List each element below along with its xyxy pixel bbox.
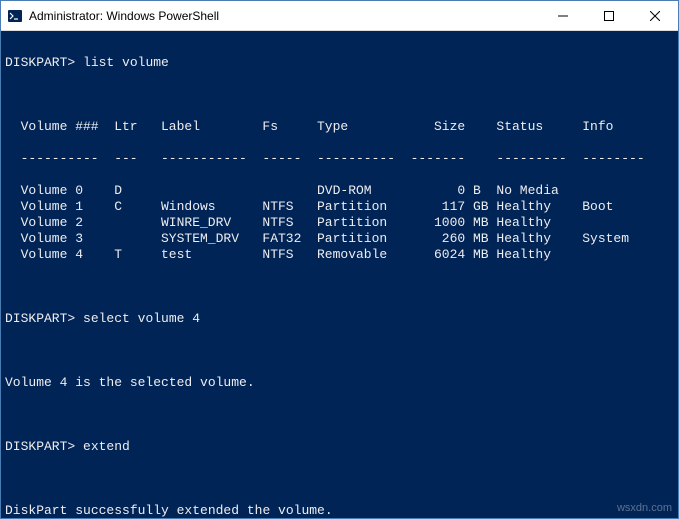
col-fs: Fs <box>262 119 317 135</box>
close-button[interactable] <box>632 1 678 30</box>
table-row: Volume 2WINRE_DRVNTFSPartition1000 MBHea… <box>5 215 674 231</box>
prompt: DISKPART> <box>5 55 75 70</box>
table-row: Volume 1CWindowsNTFSPartition117 GBHealt… <box>5 199 674 215</box>
table-row: Volume 4TtestNTFSRemovable6024 MBHealthy <box>5 247 674 263</box>
col-ltr: Ltr <box>114 119 161 135</box>
prompt-line: DISKPART> extend <box>5 439 674 455</box>
col-label: Label <box>161 119 262 135</box>
output-message: Volume 4 is the selected volume. <box>5 375 674 391</box>
terminal-output[interactable]: DISKPART> list volume Volume ###LtrLabel… <box>1 31 678 518</box>
prompt: DISKPART> <box>5 439 75 454</box>
table-header: Volume ###LtrLabelFsTypeSize StatusInfo <box>5 119 674 135</box>
command: select volume 4 <box>83 311 200 326</box>
table-row: Volume 0DDVD-ROM0 BNo Media <box>5 183 674 199</box>
prompt: DISKPART> <box>5 311 75 326</box>
col-info: Info <box>582 119 644 135</box>
window-controls <box>540 1 678 30</box>
prompt-line: DISKPART> select volume 4 <box>5 311 674 327</box>
prompt-line: DISKPART> list volume <box>5 55 674 71</box>
watermark: wsxdn.com <box>617 500 672 516</box>
table-divider: ----------------------------------------… <box>5 151 674 167</box>
command: list volume <box>83 55 169 70</box>
titlebar[interactable]: Administrator: Windows PowerShell <box>1 1 678 31</box>
col-size: Size <box>411 119 466 135</box>
minimize-button[interactable] <box>540 1 586 30</box>
output-message: DiskPart successfully extended the volum… <box>5 503 674 518</box>
powershell-icon <box>7 8 23 24</box>
col-status: Status <box>496 119 582 135</box>
maximize-button[interactable] <box>586 1 632 30</box>
volume-table-1: Volume 0DDVD-ROM0 BNo Media Volume 1CWin… <box>5 183 674 263</box>
powershell-window: Administrator: Windows PowerShell DISKPA… <box>0 0 679 519</box>
window-title: Administrator: Windows PowerShell <box>29 9 540 23</box>
table-row: Volume 3SYSTEM_DRVFAT32Partition260 MBHe… <box>5 231 674 247</box>
command: extend <box>83 439 130 454</box>
col-type: Type <box>317 119 411 135</box>
col-volume: Volume ### <box>21 119 115 135</box>
